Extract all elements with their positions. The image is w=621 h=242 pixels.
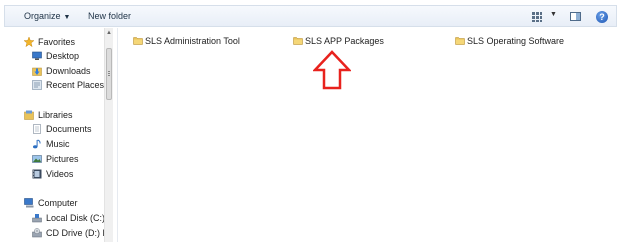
up-arrow-icon	[313, 50, 351, 90]
computer-icon	[24, 198, 34, 208]
new-folder-button[interactable]: New folder	[88, 11, 131, 21]
music-icon	[33, 139, 41, 149]
view-options-chevron-icon[interactable]: ▼	[550, 11, 557, 18]
cd-drive-icon	[32, 228, 42, 238]
desktop-icon	[32, 51, 42, 60]
organize-button[interactable]: Organize ▼	[24, 11, 70, 21]
chevron-down-icon: ▼	[63, 14, 71, 21]
libraries-icon	[24, 110, 34, 120]
command-bar: Organize ▼ New folder ▼ ?	[4, 5, 617, 27]
folder-icon	[293, 37, 303, 45]
help-icon[interactable]: ?	[596, 11, 608, 23]
folder-icon	[455, 37, 465, 45]
folder-icon	[133, 37, 143, 45]
videos-icon	[32, 169, 42, 179]
preview-pane-icon[interactable]	[570, 12, 581, 21]
nav-scrollbar[interactable]: ▲	[104, 28, 113, 242]
scrollbar-thumb[interactable]	[106, 48, 112, 100]
navigation-pane: Favorites Desktop Downloads Recent Place…	[4, 28, 117, 242]
scroll-up-icon[interactable]: ▲	[105, 30, 113, 36]
star-icon	[24, 37, 34, 47]
views-icon[interactable]	[532, 12, 542, 22]
documents-icon	[33, 124, 41, 134]
recent-places-icon	[32, 80, 42, 90]
downloads-icon	[32, 67, 42, 76]
file-list: SLS Administration Tool SLS APP Packages…	[118, 28, 617, 242]
local-disk-icon	[32, 214, 42, 223]
pictures-icon	[32, 155, 42, 163]
